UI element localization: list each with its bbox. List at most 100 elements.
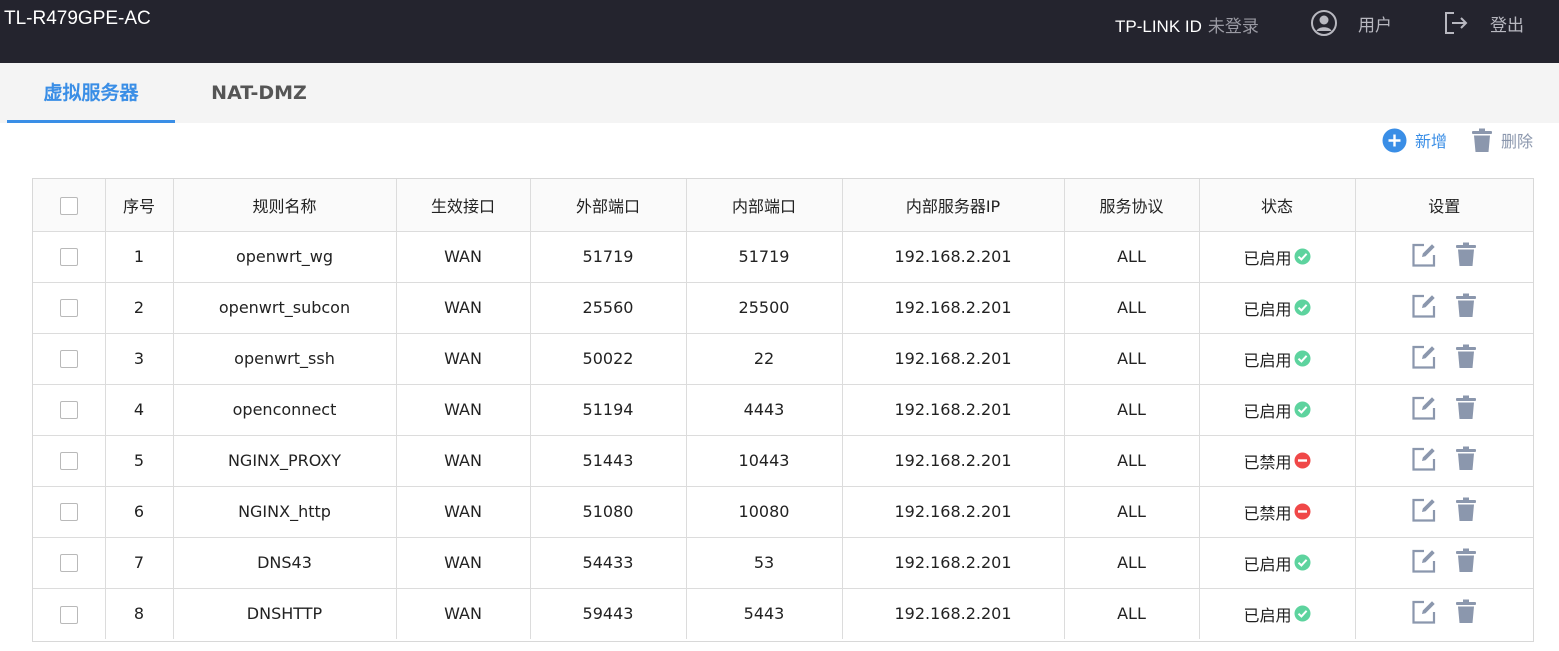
external-port: 25560 [530,282,687,334]
row-select-cell [33,486,106,538]
trash-icon [1456,395,1477,419]
internal-port: 22 [686,333,843,385]
row-delete-button[interactable] [1455,548,1477,573]
row-index: 7 [105,537,174,589]
interface: WAN [396,231,531,283]
edit-icon [1412,600,1436,624]
trash-icon [1471,128,1492,152]
edit-button[interactable] [1411,344,1437,370]
column-header: 外部端口 [530,179,687,232]
status-badge: 已禁用 [1243,500,1310,524]
status-badge: 已启用 [1243,602,1310,626]
edit-button[interactable] [1411,446,1437,472]
rule-name: DNSHTTP [173,588,397,639]
row-index: 2 [105,282,174,334]
tab-nat-dmz[interactable]: NAT-DMZ [175,63,343,123]
edit-button[interactable] [1411,548,1437,574]
rule-name: openconnect [173,384,397,436]
edit-button[interactable] [1411,395,1437,421]
row-checkbox[interactable] [59,248,78,267]
status-cell: 已启用 [1199,384,1356,436]
row-index: 5 [105,435,174,487]
edit-button[interactable] [1411,293,1437,319]
status-cell: 已禁用 [1199,486,1356,538]
edit-button[interactable] [1411,242,1437,268]
plus-circle-icon [1382,128,1407,152]
protocol: ALL [1064,588,1200,639]
external-port: 59443 [530,588,687,639]
edit-icon [1412,447,1436,471]
status-text: 已启用 [1243,248,1292,268]
row-select-cell [33,333,106,385]
row-select-cell [33,588,106,639]
trash-icon [1456,293,1477,317]
edit-icon [1412,549,1436,573]
row-delete-button[interactable] [1455,497,1477,522]
trash-icon [1456,446,1477,470]
actions-cell [1355,435,1533,487]
row-index: 4 [105,384,174,436]
table-row: 5 NGINX_PROXY WAN 51443 10443 192.168.2.201 AL… [33,435,1533,487]
status-text: 已启用 [1243,605,1292,625]
row-index: 3 [105,333,174,385]
server-ip: 192.168.2.201 [842,333,1065,385]
column-header: 内部端口 [686,179,843,232]
server-ip: 192.168.2.201 [842,435,1065,487]
trash-icon [1456,599,1477,624]
enabled-check-icon [1294,554,1310,571]
user-button[interactable]: 用户 [1310,9,1392,37]
row-checkbox[interactable] [59,350,78,369]
row-delete-button[interactable] [1455,242,1477,267]
row-checkbox[interactable] [59,299,78,318]
row-delete-button[interactable] [1455,344,1477,369]
disabled-minus-icon [1294,503,1310,520]
row-index: 8 [105,588,174,639]
edit-button[interactable] [1411,599,1437,625]
interface: WAN [396,486,531,538]
tab-virtual-server[interactable]: 虚拟服务器 [7,63,175,123]
protocol: ALL [1064,435,1200,487]
row-select-cell [33,384,106,436]
status-badge: 已启用 [1243,398,1310,422]
add-button[interactable]: 新增 [1382,128,1447,153]
server-ip: 192.168.2.201 [842,537,1065,589]
row-delete-button[interactable] [1455,599,1477,624]
user-label: 用户 [1358,15,1392,36]
logout-button[interactable]: 登出 [1442,9,1524,37]
external-port: 51080 [530,486,687,538]
delete-label: 删除 [1500,132,1533,151]
column-header: 序号 [105,179,174,232]
actions-cell [1355,486,1533,538]
actions-cell [1355,282,1533,334]
actions-cell [1355,384,1533,436]
row-checkbox[interactable] [59,452,78,471]
tab-bar: 虚拟服务器 NAT-DMZ [0,63,1559,123]
interface: WAN [396,282,531,334]
row-delete-button[interactable] [1455,293,1477,318]
row-delete-button[interactable] [1455,395,1477,420]
actions-cell [1355,588,1533,639]
row-select-cell [33,537,106,589]
status-badge: 已启用 [1243,551,1310,575]
logout-icon [1445,12,1468,34]
tplink-id-status[interactable]: TP-LINK ID 未登录 [1115,12,1259,37]
row-delete-button[interactable] [1455,446,1477,471]
login-status: 未登录 [1207,17,1259,36]
edit-button[interactable] [1411,497,1437,523]
row-checkbox[interactable] [59,605,78,624]
select-all-cell [33,179,106,232]
row-select-cell [33,435,106,487]
internal-port: 51719 [686,231,843,283]
edit-icon [1412,498,1436,522]
actions-cell [1355,537,1533,589]
select-all-checkbox[interactable] [59,196,78,215]
protocol: ALL [1064,486,1200,538]
delete-button[interactable]: 删除 [1471,128,1533,153]
row-checkbox[interactable] [59,503,78,522]
column-header: 服务协议 [1064,179,1200,232]
rule-name: NGINX_http [173,486,397,538]
row-checkbox[interactable] [59,554,78,573]
row-checkbox[interactable] [59,401,78,420]
edit-icon [1412,294,1436,318]
trash-icon [1456,548,1477,572]
